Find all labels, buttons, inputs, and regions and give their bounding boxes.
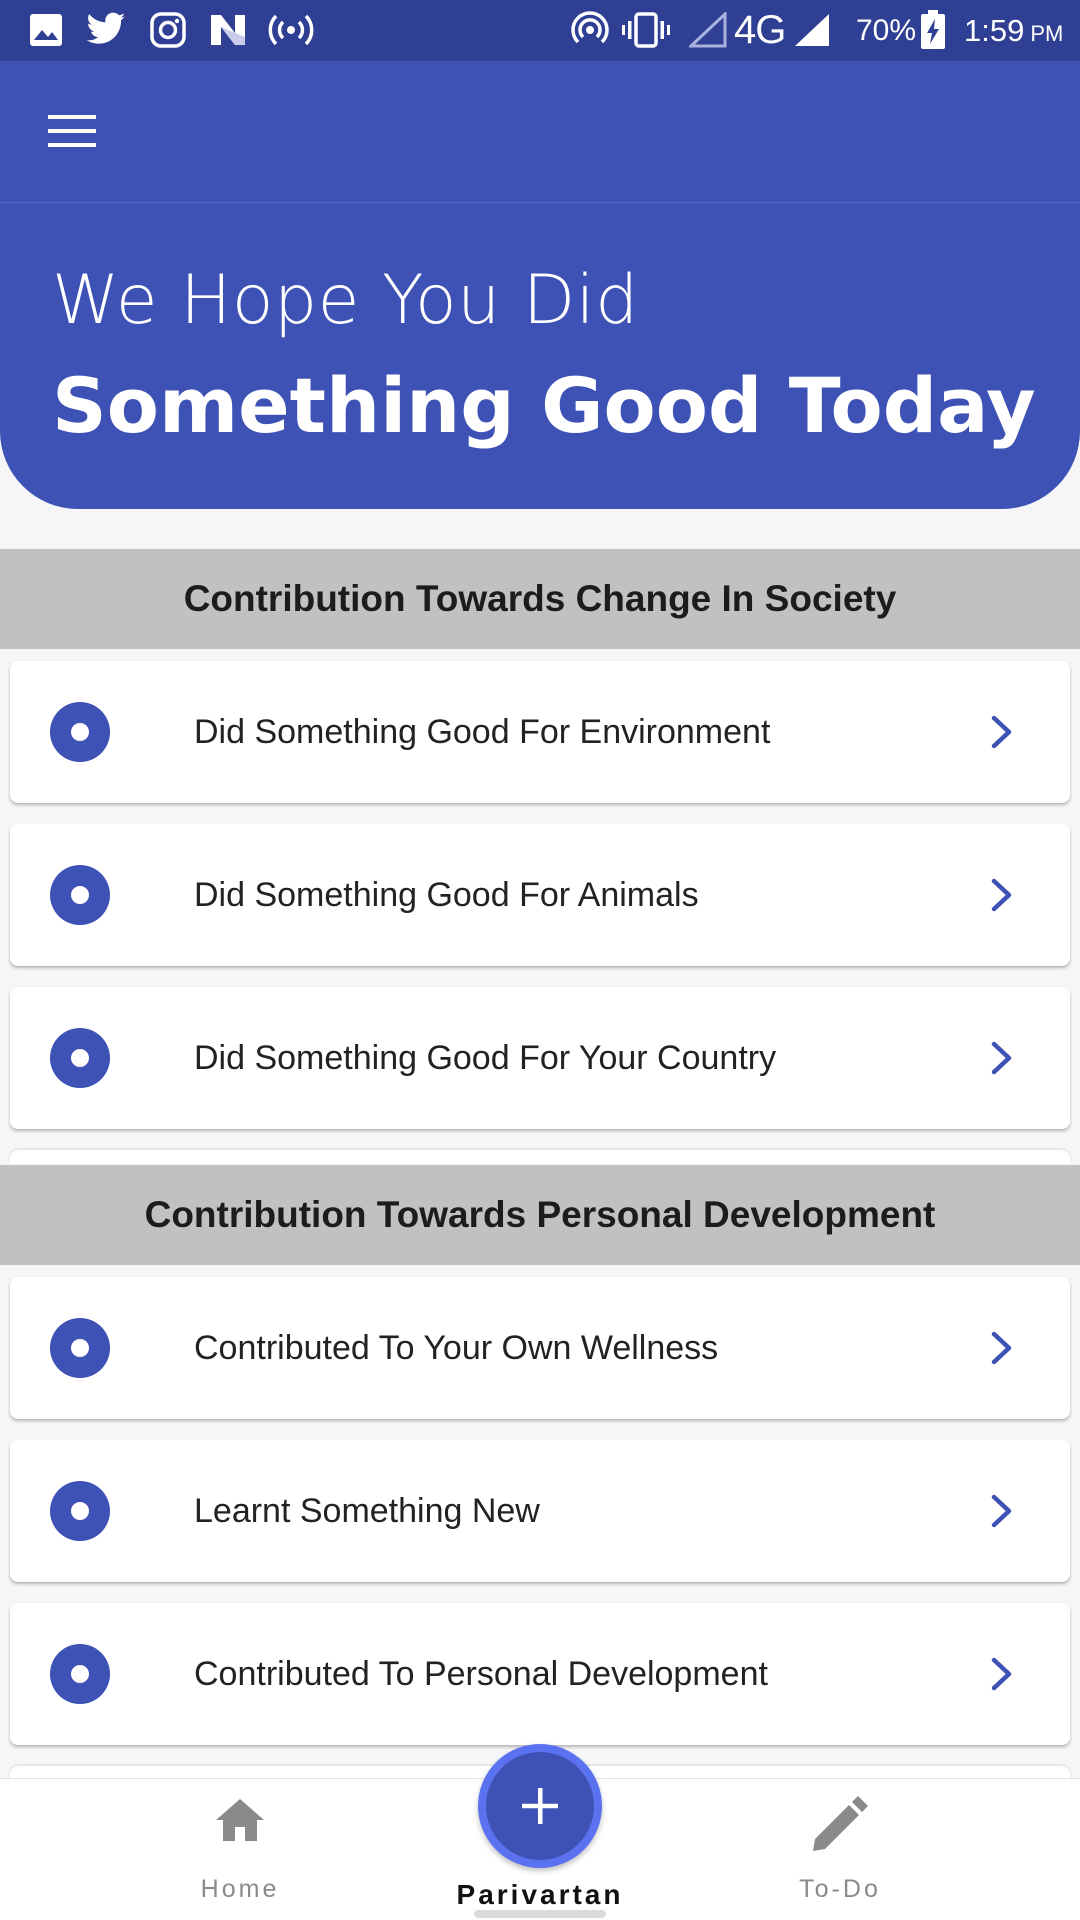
list-item-learnt[interactable]: Learnt Something New: [10, 1440, 1070, 1582]
battery-charging-icon: [916, 10, 950, 50]
chevron-right-icon: [991, 1331, 1012, 1365]
ampm-text: PM: [1030, 20, 1064, 46]
list-item-label: Did Something Good For Environment: [194, 712, 771, 751]
nav-home-label: Home: [200, 1875, 280, 1903]
list-item-label: Did Something Good For Animals: [194, 875, 699, 914]
list-item-label: Contributed To Personal Development: [194, 1654, 768, 1693]
status-bar: 4G 70% 1:59 PM: [0, 0, 1080, 61]
hamburger-menu-icon[interactable]: [34, 101, 110, 161]
list-item-environment[interactable]: Did Something Good For Environment: [10, 661, 1070, 803]
pencil-icon: [813, 1796, 868, 1851]
add-button[interactable]: [478, 1744, 602, 1868]
vibrate-icon: [622, 10, 670, 50]
home-icon: [216, 1799, 264, 1841]
list-item-partial: [10, 1150, 1070, 1164]
chevron-right-icon: [991, 1494, 1012, 1528]
twitter-icon: [84, 10, 128, 50]
gallery-icon: [24, 10, 68, 50]
app-bar: [0, 61, 1080, 203]
radio-dot-icon: [50, 865, 110, 925]
broadcast-icon: [268, 10, 314, 50]
clock: 1:59 PM: [964, 0, 1063, 61]
instagram-icon: [146, 10, 190, 50]
time-text: 1:59: [964, 12, 1025, 48]
n-app-icon: [206, 10, 250, 50]
radio-dot-icon: [50, 702, 110, 762]
section-header-society: Contribution Towards Change In Society: [0, 549, 1080, 649]
section-title: Contribution Towards Change In Society: [183, 578, 897, 619]
home-indicator: [474, 1910, 606, 1918]
list-item-animals[interactable]: Did Something Good For Animals: [10, 824, 1070, 966]
radio-dot-icon: [50, 1644, 110, 1704]
chevron-right-icon: [991, 878, 1012, 912]
nav-todo-label: To-Do: [799, 1875, 881, 1903]
hero-subtitle: We Hope You Did: [52, 261, 639, 340]
list-item-wellness[interactable]: Contributed To Your Own Wellness: [10, 1277, 1070, 1419]
list-item-label: Learnt Something New: [194, 1491, 540, 1530]
nav-home[interactable]: Home: [120, 1779, 360, 1920]
chevron-right-icon: [991, 715, 1012, 749]
signal-icon: [792, 10, 832, 50]
chevron-right-icon: [991, 1041, 1012, 1075]
radio-dot-icon: [50, 1028, 110, 1088]
hero-title: Something Good Today: [52, 361, 1036, 450]
section-title: Contribution Towards Personal Developmen…: [144, 1194, 936, 1235]
chevron-right-icon: [991, 1657, 1012, 1691]
battery-percent: 70%: [856, 13, 917, 47]
nav-parivartan-label: Parivartan: [456, 1879, 624, 1910]
section-header-personal: Contribution Towards Personal Developmen…: [0, 1165, 1080, 1265]
radio-dot-icon: [50, 1318, 110, 1378]
list-item-label: Contributed To Your Own Wellness: [194, 1328, 719, 1367]
radio-dot-icon: [50, 1481, 110, 1541]
list-item-personal-development[interactable]: Contributed To Personal Development: [10, 1603, 1070, 1745]
nav-todo[interactable]: To-Do: [720, 1779, 960, 1920]
hero-banner: We Hope You Did Something Good Today: [0, 203, 1080, 509]
list-item-country[interactable]: Did Something Good For Your Country: [10, 987, 1070, 1129]
hotspot-icon: [568, 10, 612, 50]
signal-empty-icon: [688, 10, 728, 50]
network-type: 4G: [734, 8, 786, 52]
plus-icon: [522, 1788, 558, 1824]
list-item-label: Did Something Good For Your Country: [194, 1038, 777, 1077]
